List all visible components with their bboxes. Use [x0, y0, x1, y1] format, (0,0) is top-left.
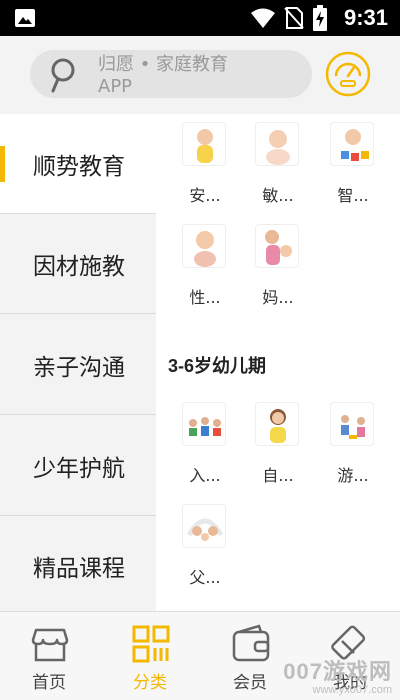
nav-label: 分类 [133, 673, 167, 693]
sidebar-item-yincai[interactable]: 因材施教 [0, 214, 156, 314]
sidebar-item-label: 精品课程 [33, 556, 125, 582]
tile-label: 自... [262, 466, 294, 485]
nav-category[interactable]: 分类 [105, 612, 195, 700]
baby-thumbnail [330, 122, 374, 166]
category-tile[interactable]: 入... [182, 402, 228, 486]
search-placeholder-line1: 归愿 • 家庭教育 [98, 54, 229, 75]
category-tile[interactable]: 游... [330, 402, 376, 486]
sidebar-item-shunshi[interactable]: 顺势教育 [0, 114, 156, 214]
tile-label: 入... [189, 466, 221, 485]
baby-thumbnail [182, 122, 226, 166]
sidebar-item-label: 因材施教 [33, 253, 125, 280]
category-tile[interactable]: 自... [255, 402, 301, 486]
category-sidebar: 顺势教育 因材施教 亲子沟通 少年护航 精品课程 [0, 114, 156, 611]
grid-icon [132, 625, 170, 663]
baby-thumbnail [182, 224, 226, 268]
section-title: 3-6岁幼儿期 [168, 356, 267, 376]
tile-label: 安... [189, 186, 221, 205]
sidebar-item-jingpin[interactable]: 精品课程 [0, 516, 156, 616]
sidebar-item-label: 顺势教育 [33, 153, 125, 180]
nav-label: 首页 [32, 673, 66, 693]
no-sim-icon [284, 7, 304, 29]
nav-member[interactable]: 会员 [205, 612, 295, 700]
sidebar-item-label: 少年护航 [33, 455, 125, 482]
sidebar-item-qinzi[interactable]: 亲子沟通 [0, 315, 156, 415]
sidebar-item-label: 亲子沟通 [33, 354, 125, 381]
tile-label: 妈... [262, 288, 294, 307]
search-placeholder-line2: APP [98, 76, 133, 97]
search-placeholder: 归愿 • 家庭教育 APP [98, 54, 268, 98]
category-content: 安... 敏... 智... 性... 妈... 3-6岁幼儿期 入... 自.… [156, 114, 400, 611]
search-icon [51, 58, 75, 93]
wallet-icon [232, 624, 270, 662]
category-tile[interactable]: 性... [182, 224, 228, 308]
tile-label: 敏... [262, 186, 294, 205]
category-tile[interactable]: 父... [182, 504, 228, 588]
tile-label: 性... [189, 288, 221, 307]
watermark: 007游戏网 www.yx007.com [283, 654, 392, 696]
clock: 9:31 [343, 5, 388, 30]
search-bar[interactable]: 归愿 • 家庭教育 APP [30, 50, 312, 98]
category-tile[interactable]: 智... [330, 122, 376, 206]
speedometer-icon[interactable] [324, 50, 372, 98]
category-tile[interactable]: 安... [182, 122, 228, 206]
watermark-text: 007游戏网 [283, 659, 392, 684]
tile-label: 游... [337, 466, 369, 485]
category-tile[interactable]: 妈... [255, 224, 301, 308]
header: 归愿 • 家庭教育 APP [0, 36, 400, 114]
tile-label: 父... [189, 568, 221, 587]
kids-playing-thumbnail [330, 402, 374, 446]
sidebar-item-shaonian[interactable]: 少年护航 [0, 416, 156, 516]
bottom-navigation: 首页 分类 会员 我的 007游戏网 www.yx007.com [0, 611, 400, 700]
tile-label: 智... [337, 186, 369, 205]
children-thumbnail [182, 402, 226, 446]
nav-home[interactable]: 首页 [4, 612, 94, 700]
shop-icon [31, 628, 69, 662]
family-thumbnail [182, 504, 226, 548]
image-icon [15, 9, 35, 27]
category-tile[interactable]: 敏... [255, 122, 301, 206]
mother-baby-thumbnail [255, 224, 299, 268]
nav-label: 会员 [233, 673, 267, 693]
child-thumbnail [255, 402, 299, 446]
baby-thumbnail [255, 122, 299, 166]
battery-charging-icon [312, 5, 327, 31]
status-bar: 9:31 [0, 0, 400, 36]
wifi-icon [250, 8, 275, 28]
